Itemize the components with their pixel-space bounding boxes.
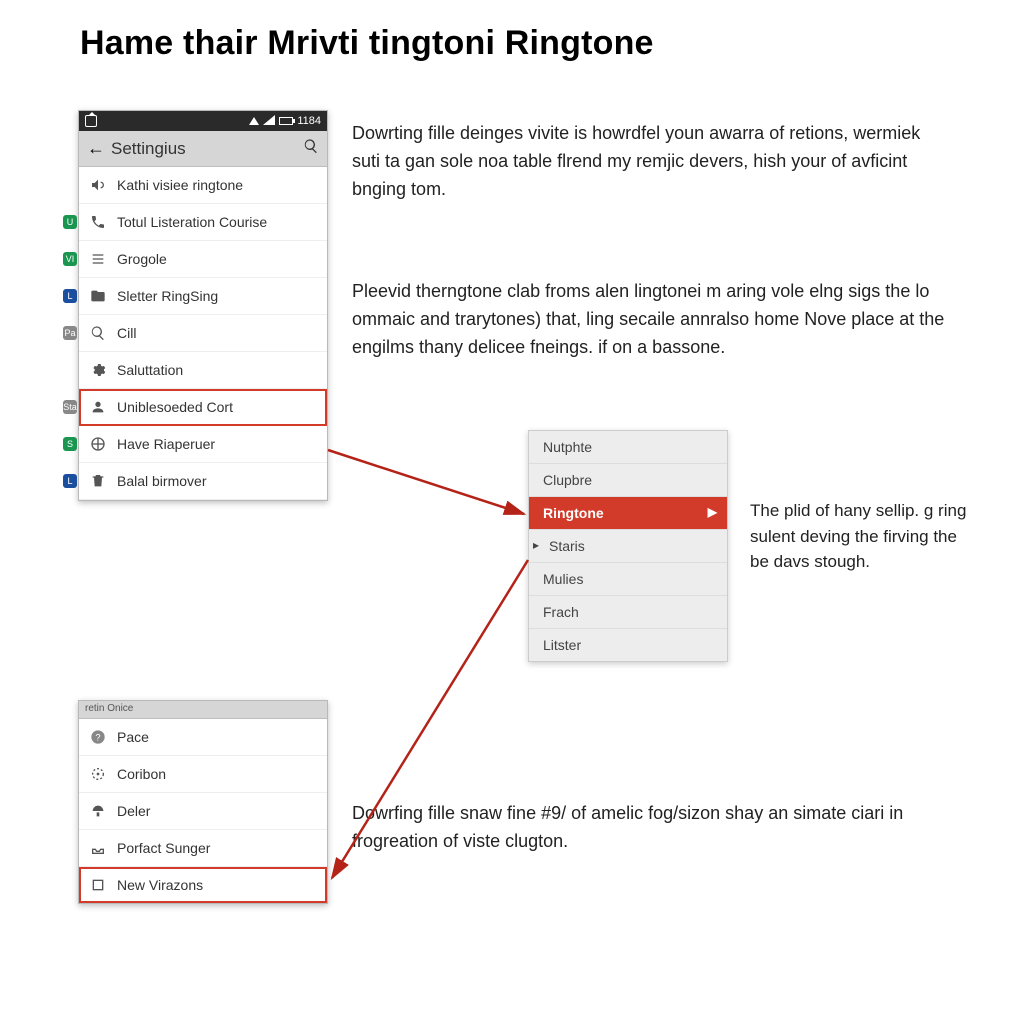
battery-icon: [279, 117, 293, 125]
fragment-menu: ? Pace Coribon Deler Porfact Sunger New Viraz…: [79, 719, 327, 903]
search-icon: [89, 324, 107, 342]
mushroom-icon: [89, 802, 107, 820]
status-bar: 1184: [79, 111, 327, 131]
dropdown-item-nutphte[interactable]: Nutphte: [529, 431, 727, 464]
search-icon[interactable]: [303, 138, 319, 159]
settings-item-label: Balal birmover: [117, 473, 206, 489]
wifi-icon: [249, 117, 259, 125]
fragment-item-label: New Virazons: [117, 877, 203, 893]
settings-item-label: Totul Listeration Courise: [117, 214, 267, 230]
phone-screenshot-settings: 1184 ← Settingius Kathi visiee ringtone U…: [78, 110, 328, 501]
settings-item-label: Cill: [117, 325, 136, 341]
side-badge: L: [63, 289, 77, 303]
settings-item-balal-birmover[interactable]: LBalal birmover: [79, 463, 327, 500]
settings-item-uniblesoeded-cort[interactable]: StaUniblesoeded Cort: [79, 389, 327, 426]
svg-text:?: ?: [95, 732, 100, 742]
person-icon: [89, 398, 107, 416]
settings-item-have-riaperuer[interactable]: SHave Riaperuer: [79, 426, 327, 463]
side-badge: L: [63, 474, 77, 488]
side-badge: Pa: [63, 326, 77, 340]
paragraph-1: Dowrting fille deinges vivite is howrdfe…: [352, 120, 942, 204]
settings-item-kathi-visiee-ringtone[interactable]: Kathi visiee ringtone: [79, 167, 327, 204]
trash-icon: [89, 472, 107, 490]
dropdown-item-litster[interactable]: Litster: [529, 629, 727, 661]
fragment-item-label: Coribon: [117, 766, 166, 782]
folder-icon: [89, 287, 107, 305]
dropdown-item-frach[interactable]: Frach: [529, 596, 727, 629]
dropdown-item-mulies[interactable]: Mulies: [529, 563, 727, 596]
settings-item-label: Saluttation: [117, 362, 183, 378]
square-icon: [89, 876, 107, 894]
fragment-item-label: Porfact Sunger: [117, 840, 210, 856]
gear-icon: [89, 361, 107, 379]
fragment-item-new-virazons[interactable]: New Virazons: [79, 867, 327, 903]
fragment-item-deler[interactable]: Deler: [79, 793, 327, 830]
target-icon: [89, 765, 107, 783]
fragment-item-porfact-sunger[interactable]: Porfact Sunger: [79, 830, 327, 867]
side-badge: Sta: [63, 400, 77, 414]
settings-menu: Kathi visiee ringtone UTotul Listeration …: [79, 167, 327, 500]
side-badge: U: [63, 215, 77, 229]
vol-icon: [89, 176, 107, 194]
paragraph-3: Dowrfing fille snaw fine #9/ of amelic f…: [352, 800, 952, 856]
settings-item-totul-listeration-courise[interactable]: UTotul Listeration Courise: [79, 204, 327, 241]
list-icon: [89, 250, 107, 268]
settings-item-label: Uniblesoeded Cort: [117, 399, 233, 415]
ringtone-dropdown: NutphteClupbreRingtoneStarisMuliesFrachL…: [528, 430, 728, 662]
phone-icon: [89, 213, 107, 231]
status-time: 1184: [297, 115, 321, 127]
settings-item-label: Kathi visiee ringtone: [117, 177, 243, 193]
fragment-item-label: Pace: [117, 729, 149, 745]
globe-icon: [89, 435, 107, 453]
settings-item-label: Grogole: [117, 251, 167, 267]
fragment-item-pace[interactable]: ? Pace: [79, 719, 327, 756]
settings-item-label: Sletter RingSing: [117, 288, 218, 304]
cell-signal-icon: [263, 115, 275, 128]
settings-item-cill[interactable]: PaCill: [79, 315, 327, 352]
settings-item-saluttation[interactable]: Saluttation: [79, 352, 327, 389]
back-icon[interactable]: ←: [87, 138, 105, 159]
settings-item-grogole[interactable]: VIGrogole: [79, 241, 327, 278]
home-icon: [85, 115, 97, 127]
help-icon: ?: [89, 728, 107, 746]
settings-item-label: Have Riaperuer: [117, 436, 215, 452]
page-title: Hame thair Mrivti tingtoni Ringtone: [80, 24, 654, 63]
titlebar-title: Settingius: [111, 139, 186, 159]
arrow-settings-to-ringtone: [328, 450, 524, 514]
caption-ringtone: The plid of hany sellip. g ring sulent d…: [750, 498, 970, 575]
side-badge: VI: [63, 252, 77, 266]
fragment-item-label: Deler: [117, 803, 150, 819]
phone-screenshot-fragment: retin Onice ? Pace Coribon Deler Porfact Sun…: [78, 700, 328, 904]
paragraph-2: Pleevid therngtone clab froms alen lingt…: [352, 278, 962, 362]
dropdown-item-ringtone[interactable]: Ringtone: [529, 497, 727, 530]
app-titlebar: ← Settingius: [79, 131, 327, 167]
side-badge: S: [63, 437, 77, 451]
tray-icon: [89, 839, 107, 857]
settings-item-sletter-ringsing[interactable]: LSletter RingSing: [79, 278, 327, 315]
dropdown-item-clupbre[interactable]: Clupbre: [529, 464, 727, 497]
fragment-item-coribon[interactable]: Coribon: [79, 756, 327, 793]
dropdown-item-staris[interactable]: Staris: [529, 530, 727, 563]
fragment-header: retin Onice: [79, 701, 327, 719]
